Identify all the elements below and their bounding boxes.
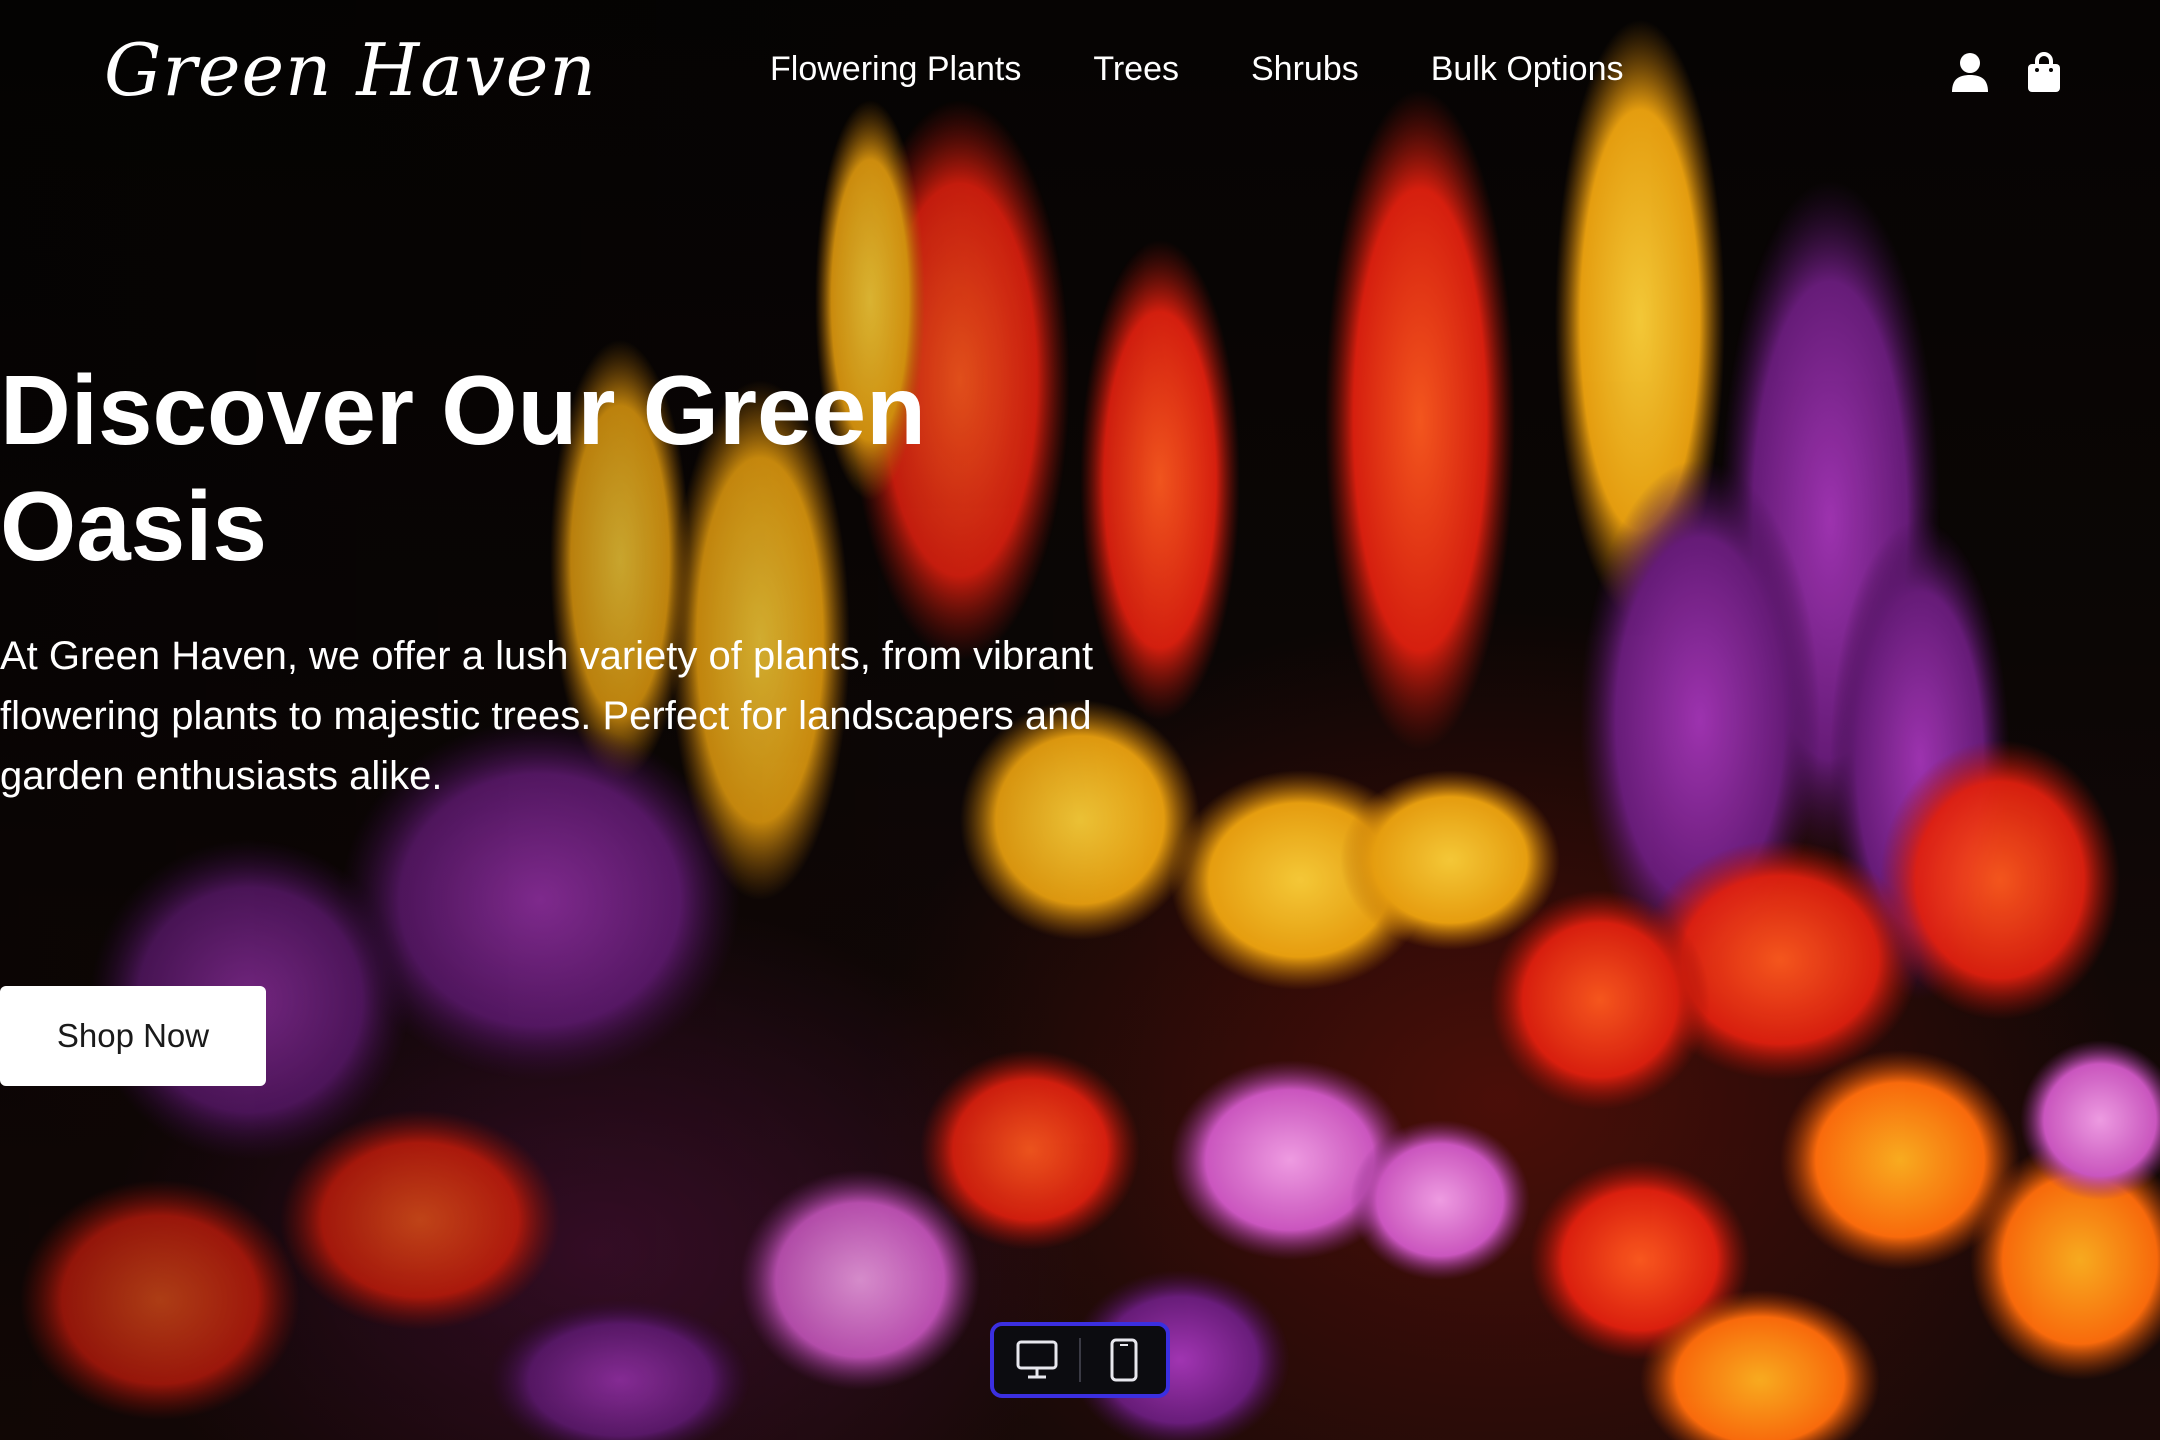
hero-description: At Green Haven, we offer a lush variety … — [0, 634, 1094, 798]
mobile-view-button[interactable] — [1081, 1326, 1166, 1394]
landing-page: Green Haven Flowering Plants Trees Shrub… — [0, 0, 2160, 1440]
user-icon — [1952, 53, 1988, 92]
nav-link-shrubs[interactable]: Shrubs — [1251, 50, 1359, 89]
header-actions — [1950, 48, 2064, 96]
mobile-icon — [1110, 1338, 1137, 1382]
desktop-view-button[interactable] — [994, 1326, 1079, 1394]
shop-now-button[interactable]: Shop Now — [0, 986, 266, 1086]
brand-logo[interactable]: Green Haven — [104, 28, 597, 112]
cart-button[interactable] — [2024, 48, 2064, 96]
nav-link-flowering-plants[interactable]: Flowering Plants — [770, 50, 1021, 89]
shopping-bag-icon — [2028, 52, 2060, 92]
nav-link-bulk-options[interactable]: Bulk Options — [1431, 50, 1624, 89]
device-preview-toggle — [990, 1322, 1170, 1398]
desktop-icon — [1016, 1340, 1057, 1379]
site-header: Green Haven Flowering Plants Trees Shrub… — [0, 0, 2160, 150]
hero-title: Discover Our Green Oasis — [0, 355, 926, 581]
main-nav: Flowering Plants Trees Shrubs Bulk Optio… — [770, 50, 1624, 89]
account-button[interactable] — [1950, 48, 1990, 96]
nav-link-trees[interactable]: Trees — [1093, 50, 1179, 89]
